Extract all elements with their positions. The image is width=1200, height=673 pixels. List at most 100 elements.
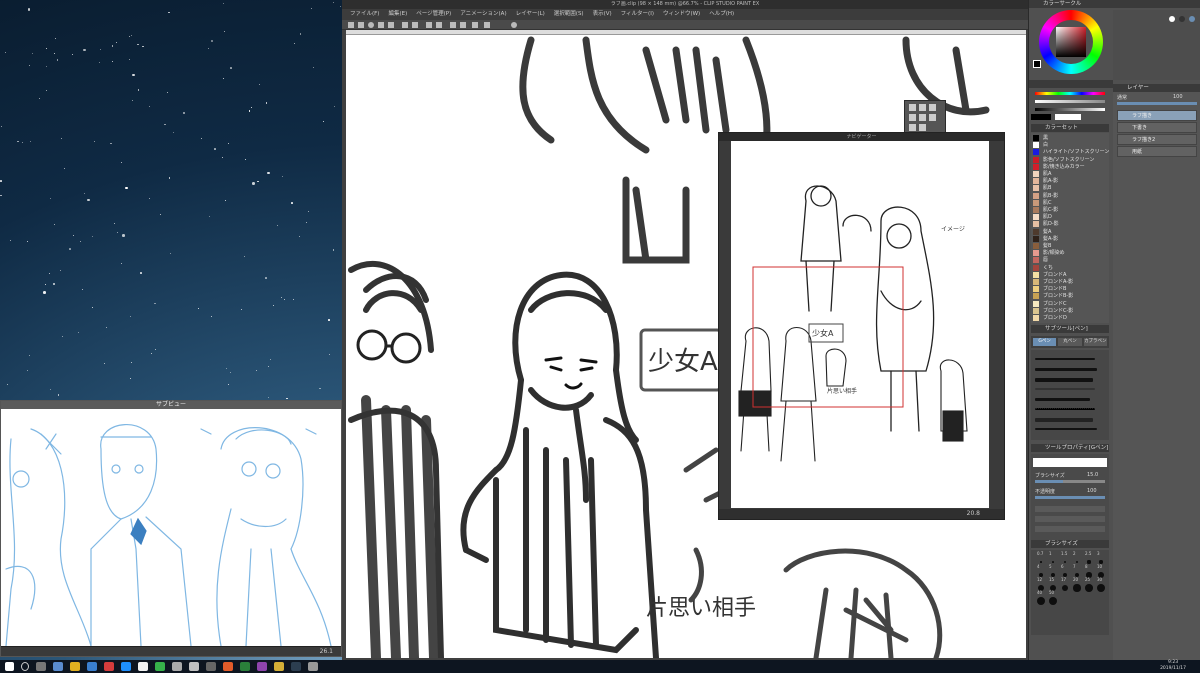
color-swatch[interactable] [1033, 135, 1039, 141]
brush-size-dot[interactable] [1075, 560, 1079, 564]
color-swatch[interactable] [1033, 199, 1039, 206]
navigator-window[interactable]: ナビゲーター 少女A 片思い相手 イメージ 20.8 [718, 132, 1005, 520]
taskbar-app-icon[interactable] [172, 662, 182, 671]
search-icon[interactable] [21, 662, 29, 671]
color-swatch[interactable] [1033, 207, 1039, 213]
brush-stroke-list[interactable] [1031, 350, 1109, 440]
tab-g-pen[interactable]: Gペン [1033, 338, 1057, 346]
layer-item[interactable]: ラフ描き [1117, 110, 1197, 121]
edge-icon[interactable] [121, 662, 131, 671]
brush-size-dot[interactable] [1073, 584, 1081, 592]
brush-size-value[interactable]: 15.0 [1087, 472, 1098, 478]
folder-icon[interactable] [70, 662, 80, 671]
opacity-slider[interactable] [1035, 496, 1105, 499]
layer-opacity-slider[interactable] [1117, 102, 1197, 105]
store-icon[interactable] [87, 662, 97, 671]
main-color[interactable] [1033, 60, 1041, 68]
color-swatch[interactable] [1033, 171, 1039, 177]
task-view-icon[interactable] [36, 662, 46, 671]
color-swatch[interactable] [1033, 142, 1039, 149]
command-icons[interactable] [342, 20, 522, 30]
taskbar-clock[interactable]: 9:23 2019/11/17 [1160, 660, 1186, 672]
color-swatch[interactable] [1033, 156, 1039, 163]
color-swatch[interactable] [1033, 300, 1039, 307]
taskbar-app-icon[interactable] [206, 662, 216, 671]
menu-view[interactable]: 表示(V) [589, 9, 616, 20]
navigator-preview[interactable]: 少女A 片思い相手 イメージ [731, 141, 989, 508]
color-swatch[interactable] [1033, 243, 1039, 249]
clip-studio-icon[interactable] [189, 662, 199, 671]
color-swatch[interactable] [1033, 279, 1039, 285]
brush-size-dot[interactable] [1040, 561, 1042, 563]
expression-color-radio[interactable] [1189, 16, 1195, 22]
color-swatch[interactable] [1033, 257, 1039, 264]
taskbar-app-icon[interactable] [223, 662, 233, 671]
color-swatch[interactable] [1033, 264, 1039, 271]
color-swatch[interactable] [1033, 214, 1039, 221]
color-swatch[interactable] [1033, 185, 1039, 192]
menu-animation[interactable]: アニメーション(A) [456, 9, 510, 20]
color-swatch[interactable] [1033, 250, 1039, 257]
color-swatch[interactable] [1033, 178, 1039, 185]
brush-preview[interactable] [1035, 428, 1097, 430]
color-swatch[interactable] [1033, 293, 1039, 300]
taskbar-app-icon[interactable] [257, 662, 267, 671]
layer-item[interactable]: 下書き [1117, 122, 1197, 133]
expression-color-radio[interactable] [1169, 16, 1175, 22]
brush-size-dot[interactable] [1061, 584, 1069, 592]
brush-size-dot[interactable] [1097, 584, 1105, 592]
taskbar-app-icon[interactable] [155, 662, 165, 671]
brush-size-slider[interactable] [1035, 480, 1105, 483]
brightness-slider[interactable] [1035, 108, 1105, 111]
brush-preview[interactable] [1035, 388, 1095, 390]
saturation-slider[interactable] [1035, 100, 1105, 103]
property-row[interactable] [1035, 506, 1105, 512]
color-saturation-square[interactable] [1056, 27, 1086, 57]
menu-help[interactable]: ヘルプ(H) [705, 9, 738, 20]
property-row[interactable] [1035, 526, 1105, 532]
color-swatch[interactable] [1033, 163, 1039, 170]
sub-view-zoom[interactable]: 26.1 [1, 646, 341, 656]
brush-size-dot[interactable] [1048, 596, 1058, 606]
brush-preview[interactable] [1035, 378, 1093, 382]
opacity-value[interactable]: 100 [1087, 488, 1097, 494]
color-swatch[interactable] [1033, 286, 1039, 293]
taskbar-app-icon[interactable] [104, 662, 114, 671]
layer-item[interactable]: ラフ描き2 [1117, 134, 1197, 145]
menu-edit[interactable]: 編集(E) [384, 9, 411, 20]
menu-filter[interactable]: フィルター(I) [617, 9, 658, 20]
color-swatch[interactable] [1033, 221, 1039, 228]
hue-slider[interactable] [1035, 92, 1105, 95]
menu-selection[interactable]: 選択範囲(S) [550, 9, 588, 20]
layer-item[interactable]: 用紙 [1117, 146, 1197, 157]
taskbar-app-icon[interactable] [240, 662, 250, 671]
menu-window[interactable]: ウィンドウ(W) [659, 9, 704, 20]
floating-tool-palette[interactable] [904, 100, 946, 134]
color-swatch[interactable] [1033, 235, 1039, 242]
brush-size-dot[interactable] [1052, 561, 1054, 563]
expression-color-radio[interactable] [1179, 16, 1185, 22]
navigator-zoom[interactable]: 20.8 [719, 509, 1004, 519]
color-swatch[interactable] [1033, 228, 1039, 235]
tab-maru-pen[interactable]: 丸ペン [1058, 338, 1082, 346]
brush-size-dot[interactable] [1036, 596, 1046, 606]
brush-preview[interactable] [1035, 358, 1095, 360]
property-row[interactable] [1035, 516, 1105, 522]
brush-size-palette[interactable]: 0.7 1 1.5 2 2.5 3 4 5 6 7 8 10 12 15 17 20 25 30 40 50 [1031, 550, 1109, 635]
color-swatch[interactable] [1033, 149, 1039, 156]
calculator-icon[interactable] [308, 662, 318, 671]
taskbar-app-icon[interactable] [274, 662, 284, 671]
taskbar-app-icon[interactable] [138, 662, 148, 671]
sub-view-window[interactable]: サブビュー 26.1 [0, 400, 342, 657]
brush-size-dot[interactable] [1063, 560, 1067, 564]
menu-page[interactable]: ページ管理(P) [412, 9, 455, 20]
color-swatch[interactable] [1033, 271, 1039, 278]
color-swatch[interactable] [1033, 307, 1039, 314]
blend-mode[interactable]: 通常 [1117, 94, 1127, 101]
menu-layer[interactable]: レイヤー(L) [512, 9, 549, 20]
brush-preview[interactable] [1035, 418, 1093, 422]
color-swatch[interactable] [1033, 315, 1039, 321]
windows-start-icon[interactable] [5, 662, 14, 671]
tab-kabura-pen[interactable]: カブラペン [1083, 338, 1107, 346]
brush-preview[interactable] [1035, 368, 1097, 371]
